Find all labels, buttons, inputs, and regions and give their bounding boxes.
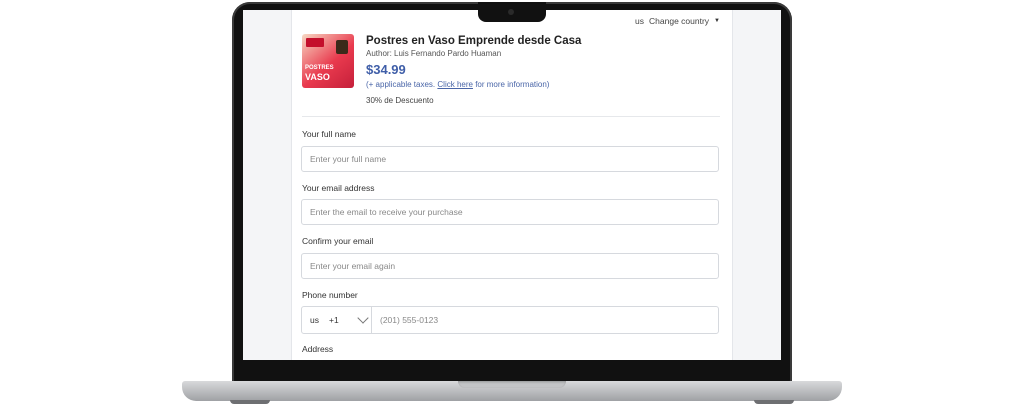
discount-label: 30% de Descuento [366,96,434,105]
change-country-label: Change country [649,16,710,26]
laptop-opening-groove [458,381,566,388]
taxes-note: (+ applicable taxes. Click here for more… [366,80,581,89]
camera-icon [508,9,514,15]
product-price: $34.99 [366,62,406,77]
email-input[interactable]: Enter the email to receive your purchase [301,199,719,225]
taxes-suffix: for more information) [475,80,550,89]
thumb-text-2: VASO [305,72,330,82]
thumb-badge [306,38,324,47]
product-thumbnail: POSTRES VASO [302,34,354,88]
thumb-text-1: POSTRES [305,65,334,71]
laptop-foot-right [754,400,794,404]
product-author: Author: Luis Fernando Pardo Huaman [366,49,502,58]
divider [302,116,720,117]
taxes-info-link[interactable]: Click here [437,80,473,89]
checkout-panel: us Change country ▼ POSTRES VASO Postres… [291,10,733,360]
change-country-button[interactable]: us Change country ▼ [635,16,720,26]
product-title: Postres en Vaso Emprende desde Casa [366,35,582,47]
chevron-down-icon [357,312,369,324]
phone-dial-code: +1 [328,315,339,325]
phone-input[interactable]: (201) 555-0123 [371,306,719,334]
laptop-foot-left [230,400,270,404]
phone-country-select[interactable]: us +1 [301,306,372,334]
taxes-prefix: (+ applicable taxes. [366,80,436,89]
product-summary: POSTRES VASO Postres en Vaso Emprende de… [302,34,722,114]
full-name-input[interactable]: Enter your full name [301,146,719,172]
country-code: us [635,16,645,26]
full-name-label: Your full name [302,129,357,139]
confirm-email-input[interactable]: Enter your email again [301,253,719,279]
phone-label: Phone number [302,290,358,300]
phone-field: us +1 (201) 555-0123 [301,306,719,334]
email-label: Your email address [302,183,375,193]
caret-down-icon: ▼ [714,18,720,24]
phone-country: us [310,315,319,325]
confirm-email-label: Confirm your email [302,236,374,246]
laptop-screen: us Change country ▼ POSTRES VASO Postres… [243,10,781,360]
product-info: Postres en Vaso Emprende desde Casa Auth… [366,34,581,105]
dessert-cup-icon [336,40,348,54]
address-label: Address [302,344,334,354]
